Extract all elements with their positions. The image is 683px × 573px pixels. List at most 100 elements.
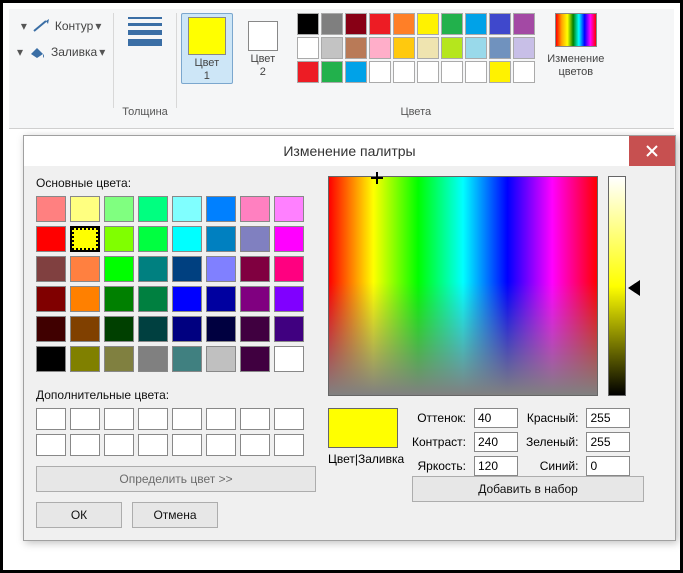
lum-input[interactable]	[474, 456, 518, 476]
basic-color-swatch[interactable]	[36, 316, 66, 342]
palette-swatch[interactable]	[465, 37, 487, 59]
basic-color-swatch[interactable]	[70, 196, 100, 222]
basic-color-swatch[interactable]	[172, 286, 202, 312]
palette-swatch[interactable]	[393, 61, 415, 83]
basic-color-swatch[interactable]	[70, 346, 100, 372]
palette-swatch[interactable]	[369, 13, 391, 35]
basic-color-swatch[interactable]	[206, 196, 236, 222]
palette-swatch[interactable]	[489, 37, 511, 59]
custom-color-swatch[interactable]	[274, 408, 304, 430]
basic-color-swatch[interactable]	[138, 226, 168, 252]
outline-row[interactable]: ▾ Контур ▾	[19, 15, 102, 37]
palette-swatch[interactable]	[441, 13, 463, 35]
basic-color-swatch[interactable]	[138, 286, 168, 312]
palette-swatch[interactable]	[441, 61, 463, 83]
basic-color-swatch[interactable]	[138, 346, 168, 372]
palette-swatch[interactable]	[297, 13, 319, 35]
palette-swatch[interactable]	[345, 61, 367, 83]
basic-color-swatch[interactable]	[240, 346, 270, 372]
custom-color-swatch[interactable]	[172, 434, 202, 456]
basic-color-swatch[interactable]	[206, 346, 236, 372]
custom-color-swatch[interactable]	[240, 434, 270, 456]
basic-color-swatch[interactable]	[104, 346, 134, 372]
basic-color-swatch[interactable]	[240, 196, 270, 222]
basic-color-swatch[interactable]	[70, 256, 100, 282]
basic-color-swatch[interactable]	[172, 316, 202, 342]
basic-color-swatch[interactable]	[36, 286, 66, 312]
basic-color-swatch[interactable]	[274, 226, 304, 252]
custom-color-swatch[interactable]	[240, 408, 270, 430]
palette-swatch[interactable]	[369, 61, 391, 83]
blue-input[interactable]	[586, 456, 630, 476]
basic-color-swatch[interactable]	[104, 196, 134, 222]
hue-input[interactable]	[474, 408, 518, 428]
basic-color-swatch[interactable]	[172, 346, 202, 372]
edit-colors-button[interactable]: Изменение цветов	[541, 9, 611, 128]
basic-color-swatch[interactable]	[274, 346, 304, 372]
basic-color-swatch[interactable]	[70, 226, 100, 252]
custom-color-swatch[interactable]	[138, 434, 168, 456]
thickness-group[interactable]: Толщина	[116, 9, 174, 128]
palette-swatch[interactable]	[369, 37, 391, 59]
palette-swatch[interactable]	[393, 13, 415, 35]
basic-color-swatch[interactable]	[240, 226, 270, 252]
basic-color-swatch[interactable]	[240, 256, 270, 282]
custom-color-swatch[interactable]	[206, 434, 236, 456]
custom-color-swatch[interactable]	[138, 408, 168, 430]
color-field[interactable]	[328, 176, 598, 396]
palette-swatch[interactable]	[321, 37, 343, 59]
basic-color-swatch[interactable]	[240, 316, 270, 342]
basic-color-swatch[interactable]	[70, 316, 100, 342]
palette-swatch[interactable]	[441, 37, 463, 59]
basic-color-swatch[interactable]	[274, 256, 304, 282]
palette-swatch[interactable]	[393, 37, 415, 59]
basic-color-swatch[interactable]	[172, 256, 202, 282]
palette-swatch[interactable]	[297, 37, 319, 59]
basic-color-swatch[interactable]	[104, 286, 134, 312]
palette-swatch[interactable]	[321, 13, 343, 35]
basic-color-swatch[interactable]	[274, 286, 304, 312]
green-input[interactable]	[586, 432, 630, 452]
custom-color-swatch[interactable]	[172, 408, 202, 430]
basic-color-swatch[interactable]	[36, 196, 66, 222]
basic-color-swatch[interactable]	[206, 316, 236, 342]
ok-button[interactable]: ОК	[36, 502, 122, 528]
basic-color-swatch[interactable]	[138, 256, 168, 282]
basic-color-swatch[interactable]	[206, 286, 236, 312]
titlebar[interactable]: Изменение палитры	[24, 136, 675, 166]
basic-color-swatch[interactable]	[36, 226, 66, 252]
basic-color-swatch[interactable]	[104, 256, 134, 282]
palette-swatch[interactable]	[513, 13, 535, 35]
basic-color-swatch[interactable]	[36, 346, 66, 372]
basic-color-swatch[interactable]	[138, 316, 168, 342]
fill-row[interactable]: ▾ Заливка ▾	[15, 41, 105, 63]
color1-slot[interactable]: Цвет 1	[181, 13, 233, 84]
custom-color-swatch[interactable]	[70, 408, 100, 430]
custom-color-swatch[interactable]	[36, 434, 66, 456]
palette-swatch[interactable]	[345, 13, 367, 35]
custom-color-swatch[interactable]	[104, 434, 134, 456]
basic-color-swatch[interactable]	[104, 316, 134, 342]
luminance-slider[interactable]	[608, 176, 626, 396]
basic-color-swatch[interactable]	[70, 286, 100, 312]
basic-color-swatch[interactable]	[172, 196, 202, 222]
custom-color-swatch[interactable]	[104, 408, 134, 430]
palette-swatch[interactable]	[465, 13, 487, 35]
basic-color-swatch[interactable]	[274, 316, 304, 342]
sat-input[interactable]	[474, 432, 518, 452]
basic-color-swatch[interactable]	[138, 196, 168, 222]
basic-color-swatch[interactable]	[240, 286, 270, 312]
custom-color-swatch[interactable]	[36, 408, 66, 430]
basic-color-swatch[interactable]	[206, 256, 236, 282]
basic-color-swatch[interactable]	[104, 226, 134, 252]
palette-swatch[interactable]	[417, 61, 439, 83]
palette-swatch[interactable]	[465, 61, 487, 83]
add-to-set-button[interactable]: Добавить в набор	[412, 476, 644, 502]
red-input[interactable]	[586, 408, 630, 428]
palette-swatch[interactable]	[297, 61, 319, 83]
palette-swatch[interactable]	[417, 37, 439, 59]
palette-swatch[interactable]	[513, 61, 535, 83]
basic-color-swatch[interactable]	[36, 256, 66, 282]
palette-swatch[interactable]	[345, 37, 367, 59]
palette-swatch[interactable]	[513, 37, 535, 59]
